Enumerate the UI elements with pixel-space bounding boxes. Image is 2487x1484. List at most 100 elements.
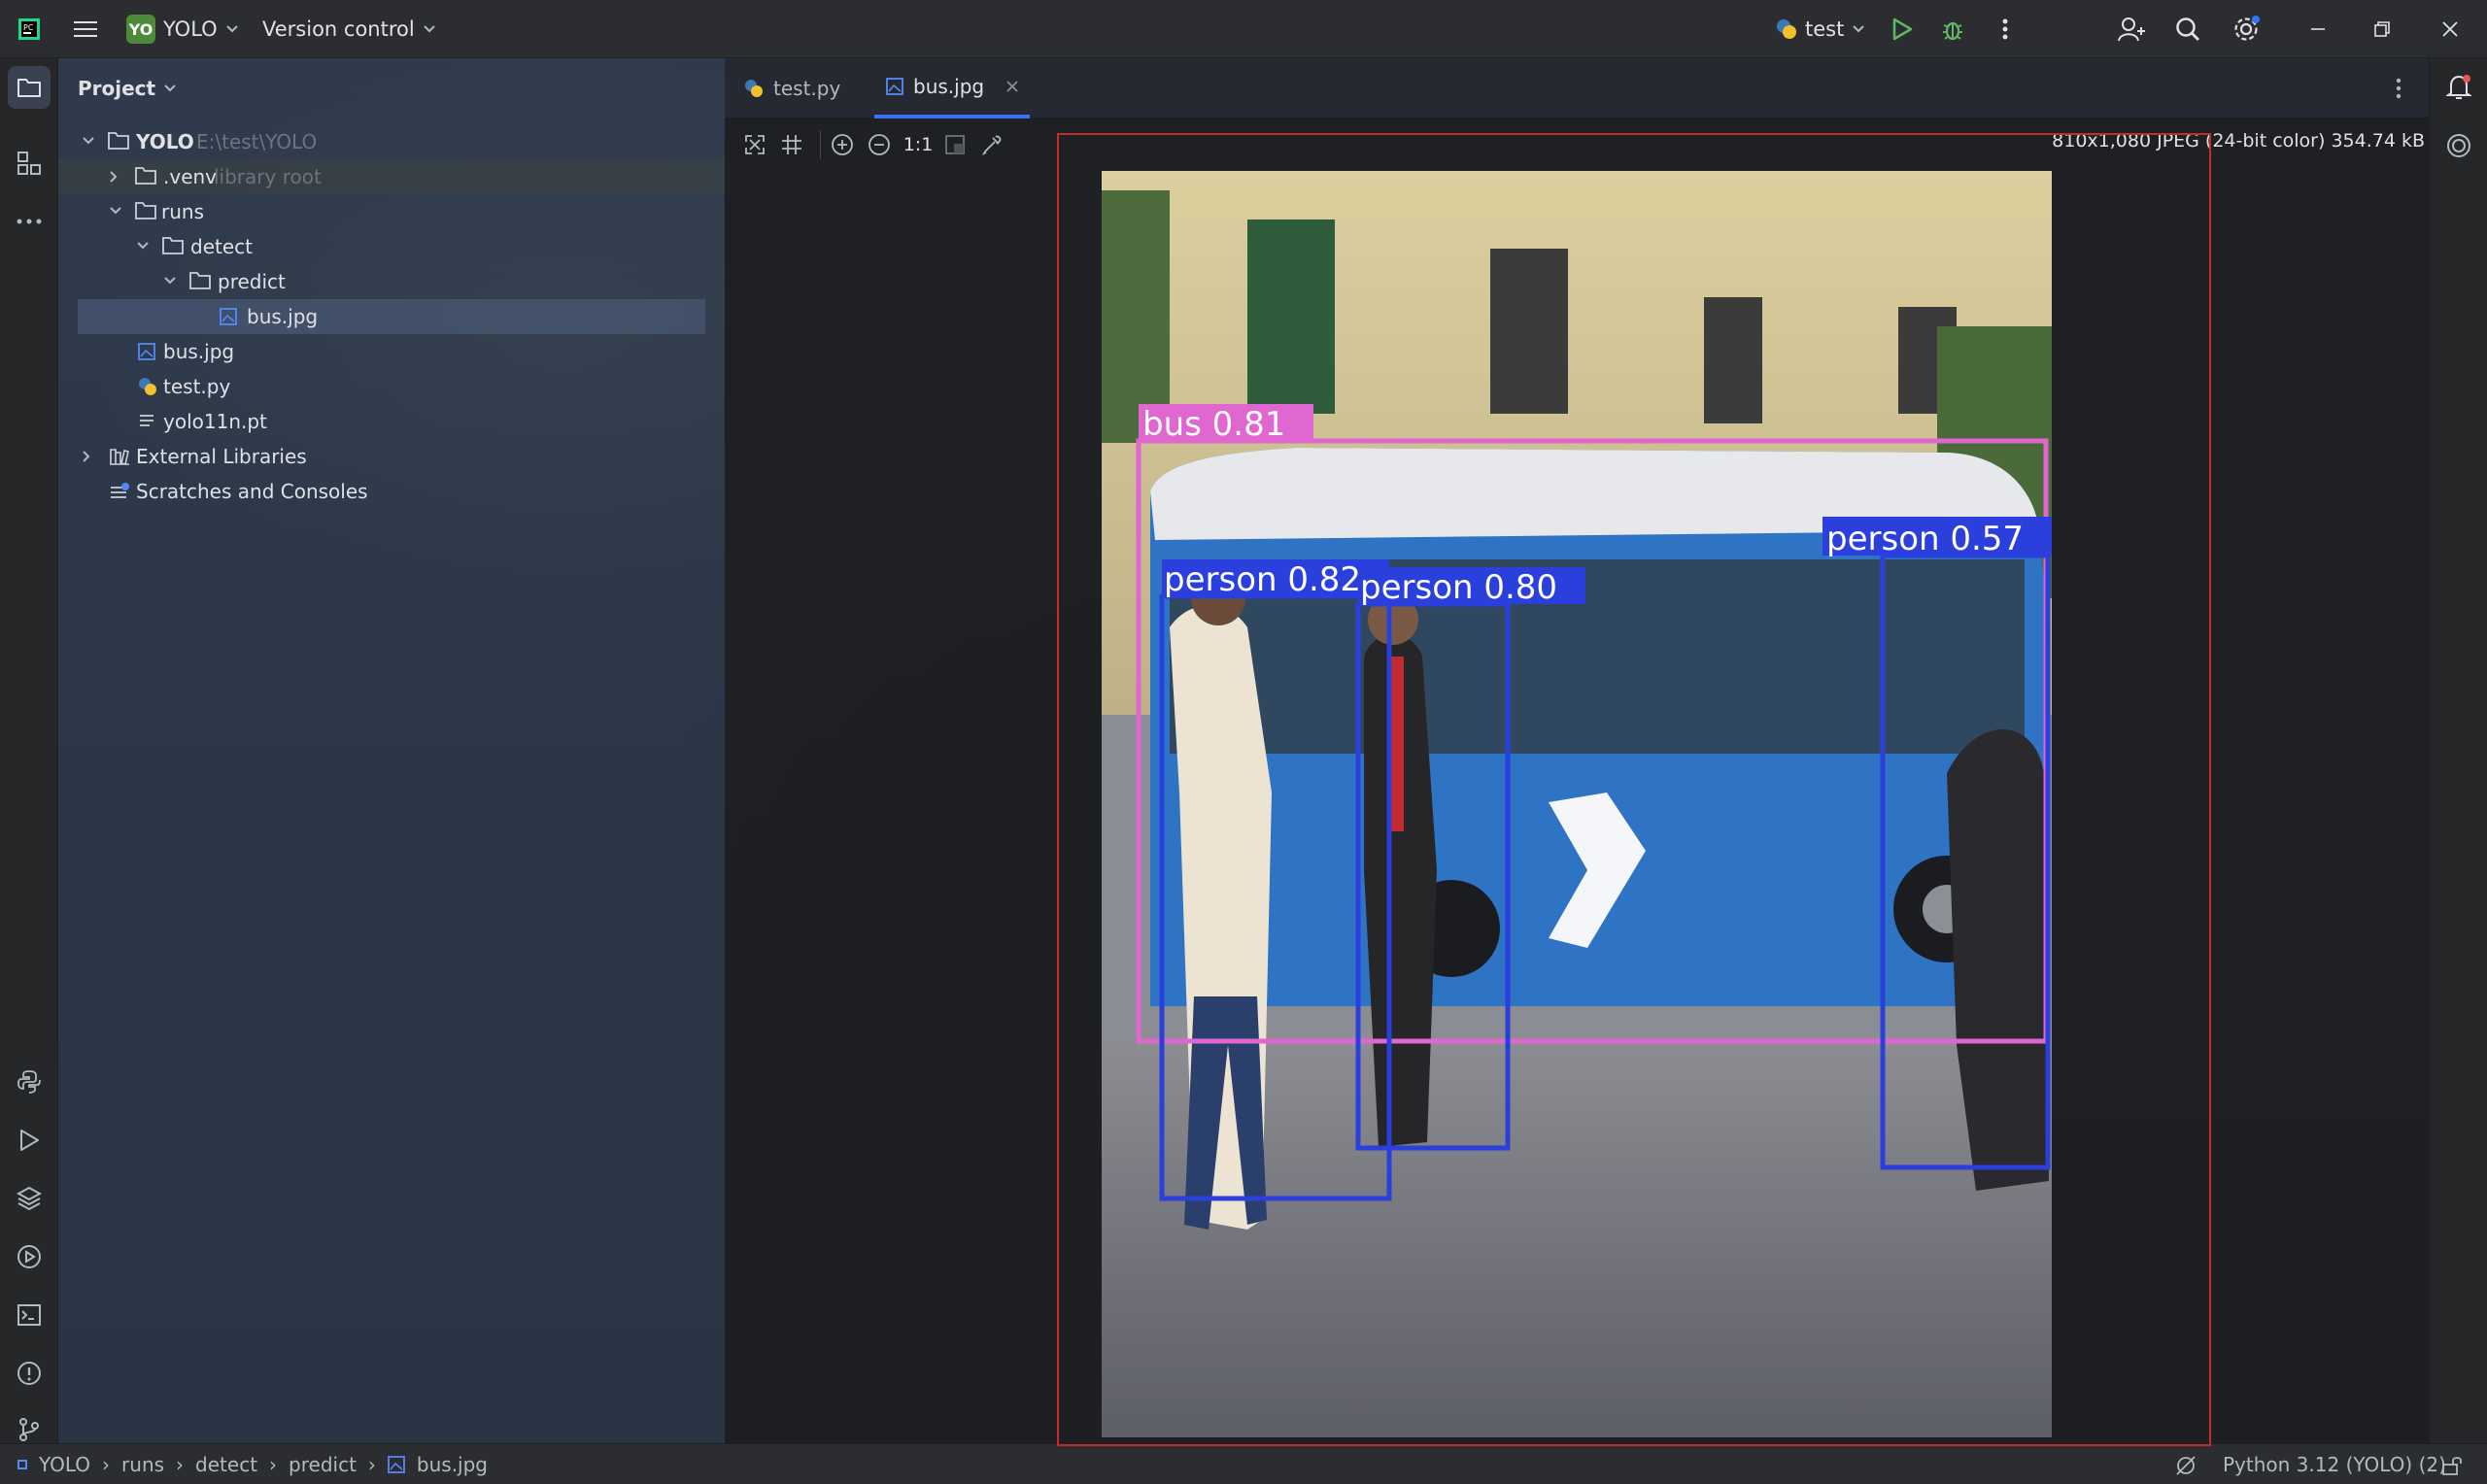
chevron-down-icon — [83, 137, 94, 145]
python-packages-icon[interactable] — [8, 1061, 51, 1103]
folder-icon — [162, 237, 184, 254]
project-pane-header[interactable]: Project — [78, 74, 177, 103]
right-tool-strip — [2429, 58, 2487, 1443]
fit-zoom-icon[interactable] — [740, 130, 769, 159]
chevron-right-icon: › — [269, 1453, 278, 1476]
python-icon — [1777, 19, 1796, 39]
more-actions-icon[interactable] — [1990, 14, 2021, 45]
person-1-label: person 0.82 — [1164, 560, 1361, 599]
tree-item-runs[interactable]: runs — [58, 194, 725, 229]
breadcrumb-item[interactable]: predict — [289, 1453, 357, 1476]
python-file-icon — [745, 80, 763, 97]
chevron-right-icon — [83, 451, 90, 462]
grid-toggle-icon[interactable] — [777, 130, 806, 159]
ai-disabled-icon[interactable] — [2172, 1452, 2199, 1479]
image-file-icon — [886, 78, 903, 95]
chevron-down-icon — [225, 25, 238, 33]
run-config-selector[interactable]: test — [1776, 14, 1865, 45]
image-file-icon — [388, 1456, 405, 1473]
chevron-right-icon: › — [102, 1453, 111, 1476]
more-tools-icon[interactable] — [8, 200, 51, 243]
tree-item-venv[interactable]: .venv library root — [58, 159, 725, 194]
run-icon[interactable] — [1887, 14, 1918, 45]
tree-item-yolo11n-pt[interactable]: yolo11n.pt — [58, 404, 725, 439]
add-user-icon[interactable] — [2116, 14, 2147, 45]
actual-size-button[interactable]: 1:1 — [902, 130, 935, 159]
breadcrumb-item[interactable]: YOLO — [39, 1453, 90, 1476]
project-widget[interactable]: YO YOLO — [126, 14, 239, 45]
tree-item-predict-bus-jpg[interactable]: bus.jpg — [78, 299, 705, 334]
person-2-label: person 0.80 — [1360, 568, 1557, 607]
minimize-icon[interactable] — [2302, 14, 2334, 45]
tab-bus-jpg[interactable]: bus.jpg — [874, 58, 1030, 118]
problems-tool-icon[interactable] — [8, 1352, 51, 1395]
background-toggle-icon[interactable] — [940, 130, 970, 159]
version-control-widget[interactable]: Version control — [262, 14, 436, 45]
pycharm-logo-icon: PC — [14, 14, 45, 45]
chevron-down-icon — [164, 84, 176, 92]
tree-item-test-py[interactable]: test.py — [58, 369, 725, 404]
image-file-icon — [138, 343, 155, 360]
breadcrumb-item[interactable]: detect — [195, 1453, 257, 1476]
project-tool-icon[interactable] — [8, 66, 51, 109]
tree-item-predict[interactable]: predict — [58, 264, 725, 299]
folder-icon — [135, 167, 156, 185]
main-menu-icon[interactable] — [70, 14, 101, 45]
breadcrumb-item[interactable]: bus.jpg — [417, 1453, 488, 1476]
unlock-icon[interactable] — [2438, 1452, 2466, 1479]
tree-item-bus-jpg[interactable]: bus.jpg — [58, 334, 725, 369]
folder-icon — [135, 202, 156, 219]
ai-assistant-icon[interactable] — [2441, 128, 2476, 163]
tab-test-py[interactable]: test.py — [744, 58, 861, 118]
debug-icon[interactable] — [1937, 14, 1968, 45]
zoom-in-icon[interactable] — [828, 130, 857, 159]
close-window-icon[interactable] — [2435, 14, 2466, 45]
services-tool-icon[interactable] — [8, 1235, 51, 1278]
person-1-bounding-box — [1159, 593, 1392, 1201]
tree-item-yolo-root[interactable]: YOLO E:\test\YOLO — [58, 124, 725, 159]
chevron-down-icon — [110, 207, 121, 215]
scratches-icon — [111, 483, 129, 498]
color-picker-icon[interactable] — [977, 130, 1006, 159]
breadcrumb-item[interactable]: runs — [121, 1453, 164, 1476]
status-bar: YOLO › runs › detect › predict › bus.jpg… — [0, 1443, 2487, 1484]
layers-tool-icon[interactable] — [8, 1177, 51, 1220]
folder-icon — [108, 132, 129, 150]
tab-label: test.py — [773, 77, 841, 100]
restore-icon[interactable] — [2367, 14, 2398, 45]
search-icon[interactable] — [2172, 14, 2203, 45]
version-control-label: Version control — [262, 17, 415, 41]
tree-item-label: detect — [190, 235, 253, 258]
project-name: YOLO — [163, 17, 218, 41]
tree-item-label: predict — [218, 270, 286, 293]
tree-item-label: runs — [161, 200, 204, 223]
tree-item-label: Scratches and Consoles — [136, 480, 368, 503]
close-tab-icon[interactable] — [1005, 80, 1019, 93]
bus-label: bus 0.81 — [1142, 405, 1285, 444]
image-toolbar: 1:1 — [725, 118, 1065, 173]
structure-tool-icon[interactable] — [8, 142, 51, 185]
settings-gear-icon[interactable] — [2231, 14, 2262, 45]
tree-item-detect[interactable]: detect — [58, 229, 725, 264]
image-file-icon — [220, 308, 237, 325]
tree-item-external-libraries[interactable]: External Libraries — [58, 439, 725, 474]
chevron-down-icon — [423, 25, 435, 33]
tab-label: bus.jpg — [913, 75, 985, 98]
project-badge: YO — [126, 15, 155, 44]
image-info-label: 810x1,080 JPEG (24-bit color) 354.74 kB — [2052, 130, 2425, 152]
project-pane-title: Project — [78, 77, 156, 100]
tree-item-scratches[interactable]: Scratches and Consoles — [58, 474, 725, 509]
python-file-icon — [139, 378, 156, 395]
chevron-right-icon: › — [367, 1453, 376, 1476]
tab-options-icon[interactable] — [2384, 74, 2413, 103]
terminal-tool-icon[interactable] — [8, 1294, 51, 1336]
tree-item-label: bus.jpg — [163, 340, 235, 363]
chevron-down-icon — [164, 277, 176, 285]
svg-text:PC: PC — [23, 23, 34, 32]
python-interpreter[interactable]: Python 3.12 (YOLO) (2) — [2223, 1453, 2446, 1476]
editor-tab-bar: test.py bus.jpg — [725, 58, 2429, 118]
zoom-out-icon[interactable] — [865, 130, 894, 159]
run-tool-icon[interactable] — [8, 1119, 51, 1162]
detection-overlay: bus 0.81 person 0.82 person 0.80 person … — [1136, 404, 2052, 1201]
notifications-icon[interactable] — [2441, 70, 2476, 105]
